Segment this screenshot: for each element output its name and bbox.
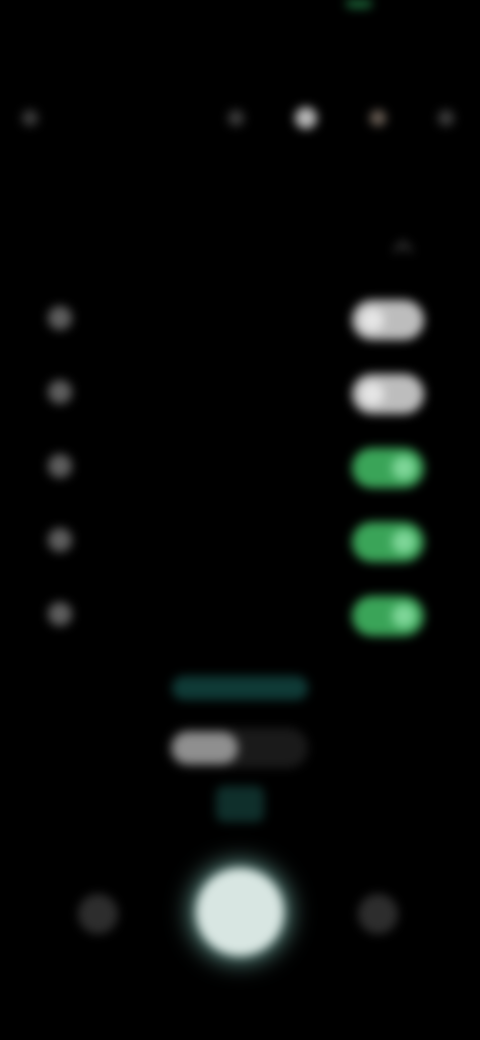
settings-panel (28, 210, 452, 650)
shutter-button[interactable] (196, 868, 284, 956)
collapse-button[interactable] (392, 236, 414, 260)
zoom-option-1[interactable] (172, 732, 238, 764)
settings-icon[interactable] (292, 104, 320, 132)
status-bar (28, 0, 452, 44)
location-icon (48, 454, 72, 478)
zoom-selector (168, 728, 308, 768)
location-toggle[interactable] (352, 448, 424, 488)
more-icon[interactable] (432, 104, 460, 132)
mirror-toggle[interactable] (352, 596, 424, 636)
panel-header (52, 230, 428, 266)
gallery-thumbnail[interactable] (78, 894, 118, 934)
level-icon (48, 380, 72, 404)
setting-row-location (48, 442, 436, 494)
flash-icon[interactable] (222, 104, 250, 132)
back-icon[interactable] (16, 104, 44, 132)
sound-icon (48, 528, 72, 552)
sound-toggle[interactable] (352, 522, 424, 562)
camera-screen (0, 0, 480, 1040)
mirror-icon (48, 602, 72, 626)
setting-row-grid (48, 294, 436, 346)
recording-indicator (346, 0, 372, 8)
timer-icon[interactable] (364, 104, 392, 132)
switch-camera-icon[interactable] (358, 894, 398, 934)
grid-icon (48, 306, 72, 330)
zoom-option-2[interactable] (240, 732, 304, 764)
chevron-up-icon (393, 240, 413, 260)
top-toolbar (0, 96, 480, 140)
setting-row-mirror (48, 590, 436, 642)
setting-row-sound (48, 516, 436, 568)
page-indicator (172, 676, 308, 700)
bottom-controls (0, 866, 480, 962)
level-toggle[interactable] (352, 374, 424, 414)
active-mode-highlight (216, 786, 264, 822)
camera-modes (0, 786, 480, 826)
grid-toggle[interactable] (352, 300, 424, 340)
setting-row-level (48, 368, 436, 420)
